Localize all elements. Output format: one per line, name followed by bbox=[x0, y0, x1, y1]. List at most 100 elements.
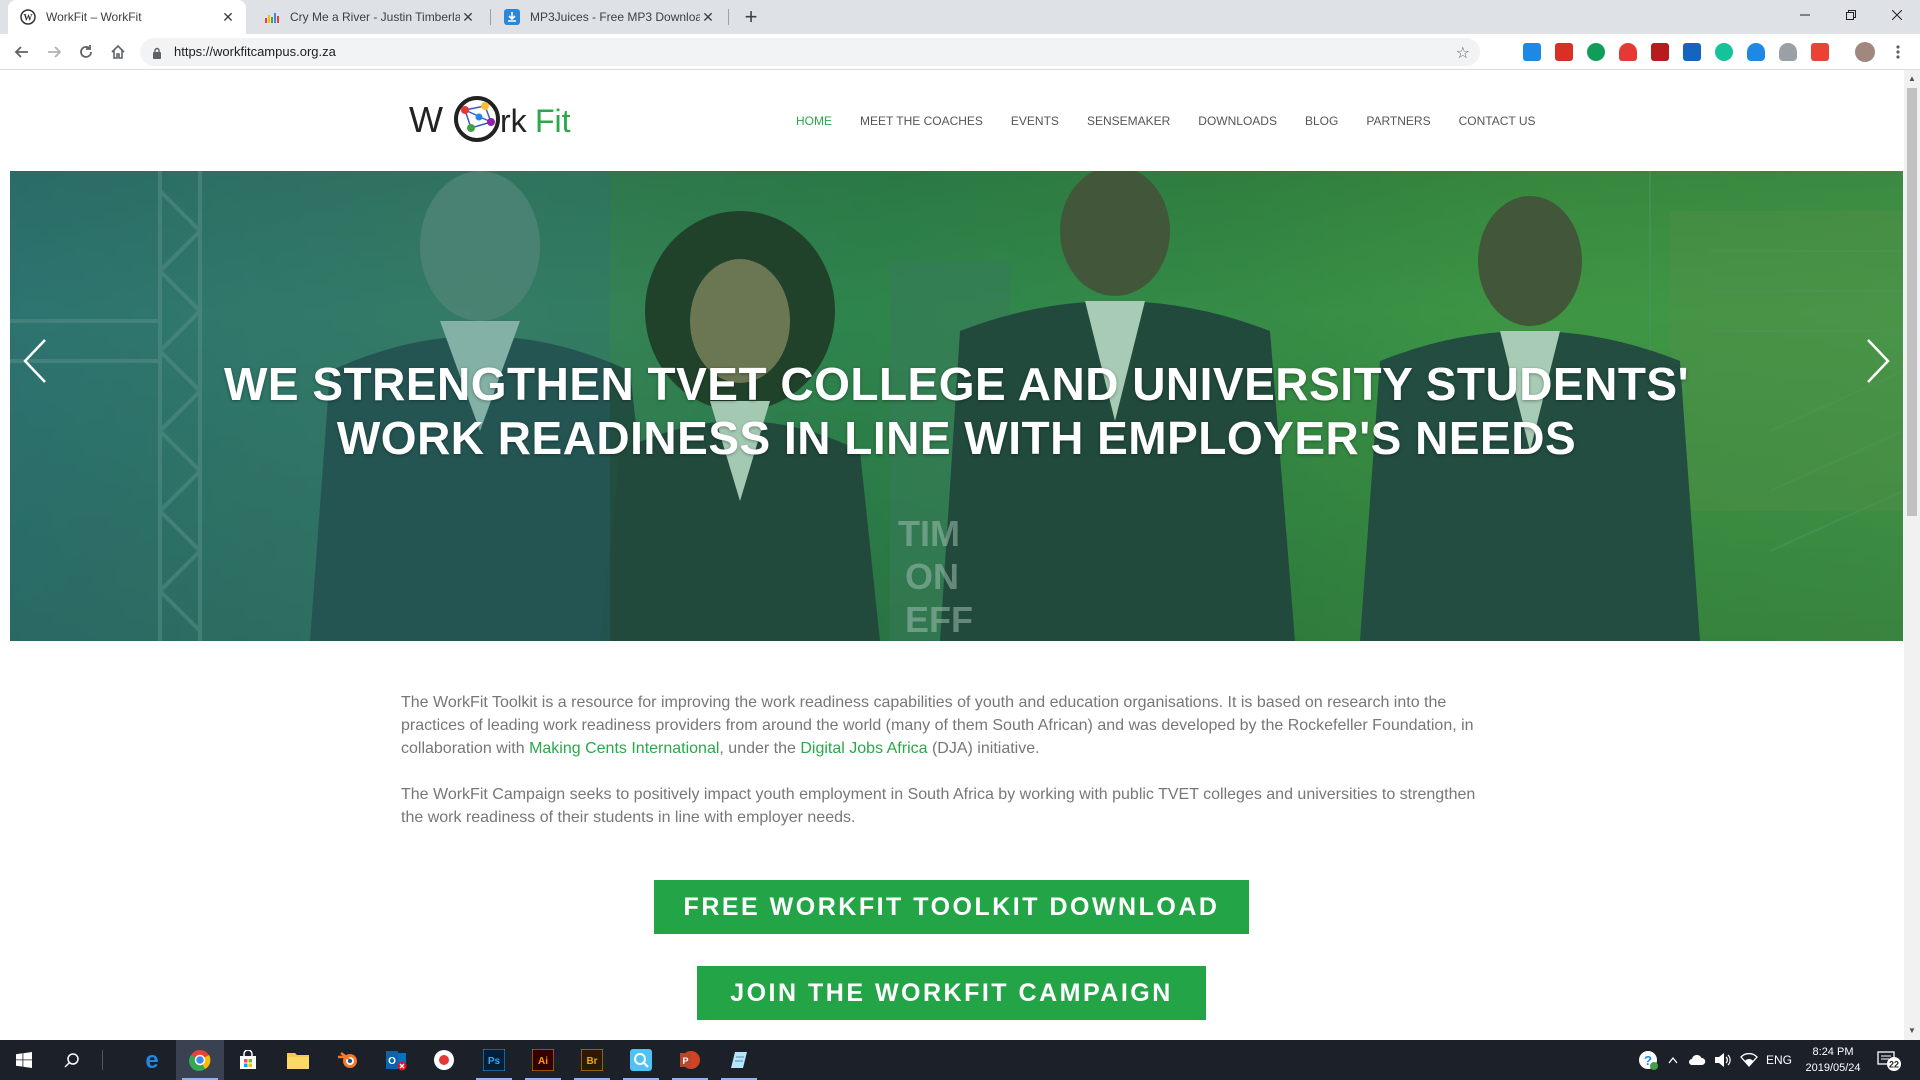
tab-title: MP3Juices - Free MP3 Downloads bbox=[530, 10, 700, 24]
slider-next-arrow-icon[interactable] bbox=[1858, 331, 1898, 391]
bridge-icon[interactable]: Br bbox=[568, 1040, 616, 1080]
blender-icon[interactable] bbox=[324, 1040, 372, 1080]
intro-paragraph-2: The WorkFit Campaign seeks to positively… bbox=[401, 786, 1476, 826]
bookmark-star-icon[interactable]: ☆ bbox=[1456, 43, 1470, 63]
extension-save-icon[interactable] bbox=[1683, 43, 1701, 61]
scroll-down-arrow-icon[interactable]: ▼ bbox=[1908, 1026, 1916, 1035]
start-windows-icon[interactable] bbox=[0, 1040, 48, 1080]
illustrator-icon[interactable]: Ai bbox=[519, 1040, 567, 1080]
notification-count: 22 bbox=[1889, 1060, 1899, 1070]
tab-cry-me-a-river[interactable]: Cry Me a River - Justin Timberlake ✕ bbox=[252, 0, 486, 34]
search-app-icon[interactable] bbox=[617, 1040, 665, 1080]
svg-text:e: e bbox=[145, 1049, 158, 1071]
tab-title: Cry Me a River - Justin Timberlake bbox=[290, 10, 460, 24]
svg-text:W: W bbox=[24, 13, 33, 23]
onedrive-icon[interactable] bbox=[1688, 1040, 1706, 1080]
free-toolkit-download-button[interactable]: FREE WORKFIT TOOLKIT DOWNLOAD bbox=[654, 880, 1249, 934]
taskbar-divider bbox=[102, 1050, 103, 1070]
photoshop-icon[interactable]: Ps bbox=[470, 1040, 518, 1080]
chrome-icon[interactable] bbox=[176, 1040, 224, 1080]
nav-sensemaker[interactable]: SENSEMAKER bbox=[1087, 114, 1170, 128]
nav-events[interactable]: EVENTS bbox=[1011, 114, 1059, 128]
close-window-button[interactable] bbox=[1874, 0, 1920, 30]
nav-downloads[interactable]: DOWNLOADS bbox=[1198, 114, 1277, 128]
new-tab-button[interactable]: + bbox=[737, 3, 765, 31]
edge-icon[interactable]: e bbox=[128, 1040, 176, 1080]
digital-jobs-africa-link[interactable]: Digital Jobs Africa bbox=[800, 740, 927, 757]
tab-workfit[interactable]: W WorkFit – WorkFit ✕ bbox=[8, 0, 246, 34]
hero-headline-line-1: WE STRENGTHEN TVET COLLEGE AND UNIVERSIT… bbox=[223, 358, 1690, 410]
tab-separator bbox=[490, 9, 491, 25]
download-icon bbox=[504, 9, 520, 25]
address-bar[interactable]: https://workfitcampus.org.za ☆ bbox=[140, 38, 1480, 66]
page-scrollbar[interactable]: ▲ ▼ bbox=[1904, 70, 1920, 1040]
tab-mp3juices[interactable]: MP3Juices - Free MP3 Downloads ✕ bbox=[492, 0, 726, 34]
recorder-icon[interactable] bbox=[420, 1040, 468, 1080]
bar-chart-icon bbox=[264, 9, 280, 25]
nav-contact-us[interactable]: CONTACT US bbox=[1459, 114, 1536, 128]
svg-text:Ai: Ai bbox=[538, 1056, 548, 1067]
action-center-icon[interactable]: 22 bbox=[1876, 1040, 1902, 1080]
intro-p1-text-c: (DJA) initiative. bbox=[927, 740, 1040, 757]
wifi-icon[interactable] bbox=[1740, 1040, 1758, 1080]
menu-kebab-icon[interactable] bbox=[1886, 40, 1910, 64]
svg-text:Br: Br bbox=[586, 1056, 597, 1067]
extension-grammarly-icon[interactable] bbox=[1715, 43, 1733, 61]
language-indicator[interactable]: ENG bbox=[1766, 1040, 1792, 1080]
windows-taskbar: e O Ps Ai Br P ? ENG 8:24 PM 2019/05/24 … bbox=[0, 1040, 1920, 1080]
workfit-logo[interactable]: W rk Fit bbox=[409, 92, 595, 148]
maximize-button[interactable] bbox=[1828, 0, 1874, 30]
nav-home[interactable]: HOME bbox=[796, 114, 832, 128]
extension-adblock-icon[interactable] bbox=[1779, 43, 1797, 61]
nav-blog[interactable]: BLOG bbox=[1305, 114, 1338, 128]
extension-tab-icon[interactable] bbox=[1811, 43, 1829, 61]
minimize-button[interactable] bbox=[1782, 0, 1828, 30]
extension-translate-icon[interactable] bbox=[1523, 43, 1541, 61]
logo-letter-w: W bbox=[409, 99, 443, 140]
nav-meet-the-coaches[interactable]: MEET THE COACHES bbox=[860, 114, 983, 128]
svg-text:O: O bbox=[388, 1056, 396, 1067]
slider-prev-arrow-icon[interactable] bbox=[15, 331, 55, 391]
back-button[interactable] bbox=[10, 40, 34, 64]
logo-letters-rk: rk bbox=[500, 103, 528, 139]
nav-partners[interactable]: PARTNERS bbox=[1366, 114, 1430, 128]
extension-video-icon[interactable] bbox=[1555, 43, 1573, 61]
close-tab-icon[interactable]: ✕ bbox=[460, 9, 476, 25]
home-button[interactable] bbox=[106, 40, 130, 64]
hero-headline-line-2: WORK READINESS IN LINE WITH EMPLOYER'S N… bbox=[336, 412, 1577, 464]
forward-button[interactable] bbox=[42, 40, 66, 64]
intro-p1-text-b: , under the bbox=[719, 740, 801, 757]
backdrop-text-3: EFF bbox=[905, 599, 973, 640]
extension-vpn-icon[interactable] bbox=[1747, 43, 1765, 61]
svg-text:P: P bbox=[682, 1056, 688, 1066]
backdrop-text-1: TIM bbox=[898, 513, 960, 554]
search-icon[interactable] bbox=[48, 1040, 96, 1080]
tab-title: WorkFit – WorkFit bbox=[46, 10, 142, 24]
close-tab-icon[interactable]: ✕ bbox=[700, 9, 716, 25]
outlook-icon[interactable]: O bbox=[372, 1040, 420, 1080]
web-page: W rk Fit HOME MEET THE COACHES EVENTS SE… bbox=[0, 70, 1904, 1040]
powerpoint-icon[interactable]: P bbox=[666, 1040, 714, 1080]
volume-icon[interactable] bbox=[1714, 1040, 1732, 1080]
help-icon[interactable]: ? bbox=[1638, 1040, 1658, 1080]
reload-button[interactable] bbox=[74, 40, 98, 64]
wordpress-icon: W bbox=[20, 9, 36, 25]
close-tab-icon[interactable]: ✕ bbox=[220, 9, 236, 25]
file-explorer-icon[interactable] bbox=[274, 1040, 322, 1080]
notes-app-icon[interactable] bbox=[715, 1040, 763, 1080]
making-cents-link[interactable]: Making Cents International bbox=[529, 740, 719, 757]
store-icon[interactable] bbox=[224, 1040, 272, 1080]
join-campaign-button[interactable]: JOIN THE WORKFIT CAMPAIGN bbox=[697, 966, 1206, 1020]
scroll-up-arrow-icon[interactable]: ▲ bbox=[1908, 74, 1916, 83]
extension-pdf-icon[interactable] bbox=[1651, 43, 1669, 61]
svg-text:Ps: Ps bbox=[488, 1056, 501, 1067]
system-clock[interactable]: 8:24 PM 2019/05/24 bbox=[1798, 1044, 1868, 1076]
extension-evernote-icon[interactable] bbox=[1587, 43, 1605, 61]
extension-shield-icon[interactable] bbox=[1619, 43, 1637, 61]
tab-separator bbox=[728, 9, 729, 25]
show-hidden-icons-chevron-icon[interactable] bbox=[1668, 1040, 1678, 1080]
clock-date: 2019/05/24 bbox=[1805, 1062, 1861, 1074]
url-text: https://workfitcampus.org.za bbox=[174, 44, 336, 59]
scrollbar-thumb[interactable] bbox=[1907, 88, 1917, 516]
profile-avatar[interactable] bbox=[1855, 42, 1875, 62]
